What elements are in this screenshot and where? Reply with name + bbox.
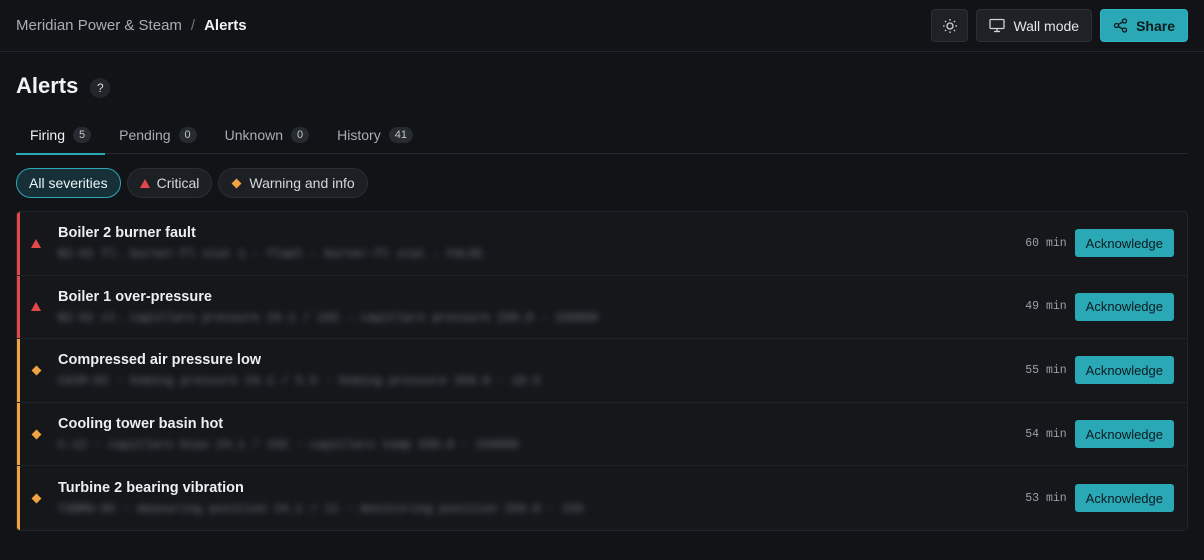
top-actions: Wall mode Share <box>931 9 1188 42</box>
severity-bar <box>17 466 20 530</box>
alert-detail: CAIR-02 - homing pressure 24.1 / 5.5 - h… <box>58 374 541 389</box>
alert-age: 54 min <box>1025 427 1067 441</box>
triangle-icon <box>31 302 41 312</box>
acknowledge-button[interactable]: Acknowledge <box>1074 229 1174 258</box>
alert-age: 60 min <box>1025 236 1067 250</box>
page-header: Alerts ? <box>0 52 1204 102</box>
breadcrumb-separator: / <box>190 17 196 34</box>
tab-history[interactable]: History 41 <box>323 116 427 154</box>
page-title: Alerts <box>16 73 79 98</box>
acknowledge-button[interactable]: Acknowledge <box>1074 292 1174 321</box>
tab-count: 41 <box>388 127 413 143</box>
wall-mode-label: Wall mode <box>1013 17 1080 34</box>
filter-label: Warning and info <box>249 175 355 191</box>
wall-mode-button[interactable]: Wall mode <box>976 9 1093 42</box>
alert-age: 49 min <box>1025 300 1067 314</box>
top-bar: Meridian Power & Steam / Alerts Wall mod… <box>0 0 1204 52</box>
diamond-icon <box>231 178 242 188</box>
severity-bar <box>17 402 20 466</box>
tab-firing[interactable]: Firing 5 <box>16 116 106 155</box>
filter-label: All severities <box>29 175 108 191</box>
tab-pending[interactable]: Pending 0 <box>105 116 211 154</box>
breadcrumb-org-link[interactable]: Meridian Power & Steam <box>16 17 182 34</box>
severity-filters: All severities Critical Warning and info <box>0 154 1204 198</box>
alert-row[interactable]: Turbine 2 bearing vibration T2BRG-02 - m… <box>17 466 1187 530</box>
alert-row[interactable]: Boiler 1 over-pressure B2-01 ct. capitla… <box>17 275 1187 340</box>
filter-all-severities[interactable]: All severities <box>16 168 121 198</box>
breadcrumb: Meridian Power & Steam / Alerts <box>16 17 247 34</box>
alert-name: Boiler 1 over-pressure <box>58 288 212 305</box>
alert-detail: C-12 - capitlaro bias 24.1 / 192 - capit… <box>58 438 519 453</box>
alert-age: 55 min <box>1025 363 1067 377</box>
tab-count: 0 <box>178 127 197 143</box>
alert-name: Cooling tower basin hot <box>58 416 224 433</box>
severity-bar <box>17 275 20 339</box>
alert-row[interactable]: Boiler 2 burner fault B2-01 fl. burner-f… <box>17 212 1187 276</box>
diamond-icon <box>31 429 42 440</box>
severity-bar <box>17 212 20 275</box>
breadcrumb-current: Alerts <box>204 17 247 34</box>
alert-name: Compressed air pressure low <box>58 352 262 369</box>
alert-row[interactable]: Cooling tower basin hot C-12 - capitlaro… <box>17 402 1187 467</box>
filter-warning-info[interactable]: Warning and info <box>218 168 368 198</box>
alert-detail: T2BRG-02 - measuring position 24.1 / 11 … <box>58 502 584 517</box>
diamond-icon <box>31 365 42 376</box>
sun-icon <box>942 18 957 33</box>
theme-toggle-button[interactable] <box>931 9 969 42</box>
alert-age: 53 min <box>1025 491 1067 505</box>
severity-bar <box>17 339 20 402</box>
tab-label: Unknown <box>224 127 284 143</box>
alert-list: Boiler 2 burner fault B2-01 fl. burner-f… <box>16 211 1188 531</box>
help-icon[interactable]: ? <box>90 77 111 98</box>
acknowledge-button[interactable]: Acknowledge <box>1074 420 1174 449</box>
acknowledge-button[interactable]: Acknowledge <box>1074 356 1174 385</box>
share-icon <box>1113 18 1128 33</box>
alert-detail: B2-01 ct. capitlaro pressure 24.1 / 192 … <box>58 310 599 325</box>
triangle-icon <box>139 178 150 188</box>
alert-name: Turbine 2 bearing vibration <box>58 480 244 497</box>
alert-row[interactable]: Compressed air pressure low CAIR-02 - ho… <box>17 339 1187 403</box>
tab-count: 0 <box>291 127 310 143</box>
triangle-icon <box>31 238 41 248</box>
tab-label: Pending <box>119 127 171 143</box>
diamond-icon <box>31 493 42 504</box>
share-label: Share <box>1136 17 1175 34</box>
alert-tabs: Firing 5 Pending 0 Unknown 0 History 41 <box>16 116 1188 155</box>
filter-critical[interactable]: Critical <box>126 168 213 198</box>
acknowledge-button[interactable]: Acknowledge <box>1074 484 1174 513</box>
monitor-icon <box>989 18 1006 33</box>
alert-name: Boiler 2 burner fault <box>58 225 196 242</box>
share-button[interactable]: Share <box>1100 9 1188 42</box>
filter-label: Critical <box>156 175 200 191</box>
tab-label: History <box>337 127 381 143</box>
tab-unknown[interactable]: Unknown 0 <box>211 116 324 154</box>
alert-detail: B2-01 fl. burner-fl stat 1 - flaml - bur… <box>58 247 483 262</box>
tab-label: Firing <box>30 127 66 143</box>
tab-count: 5 <box>73 127 92 143</box>
